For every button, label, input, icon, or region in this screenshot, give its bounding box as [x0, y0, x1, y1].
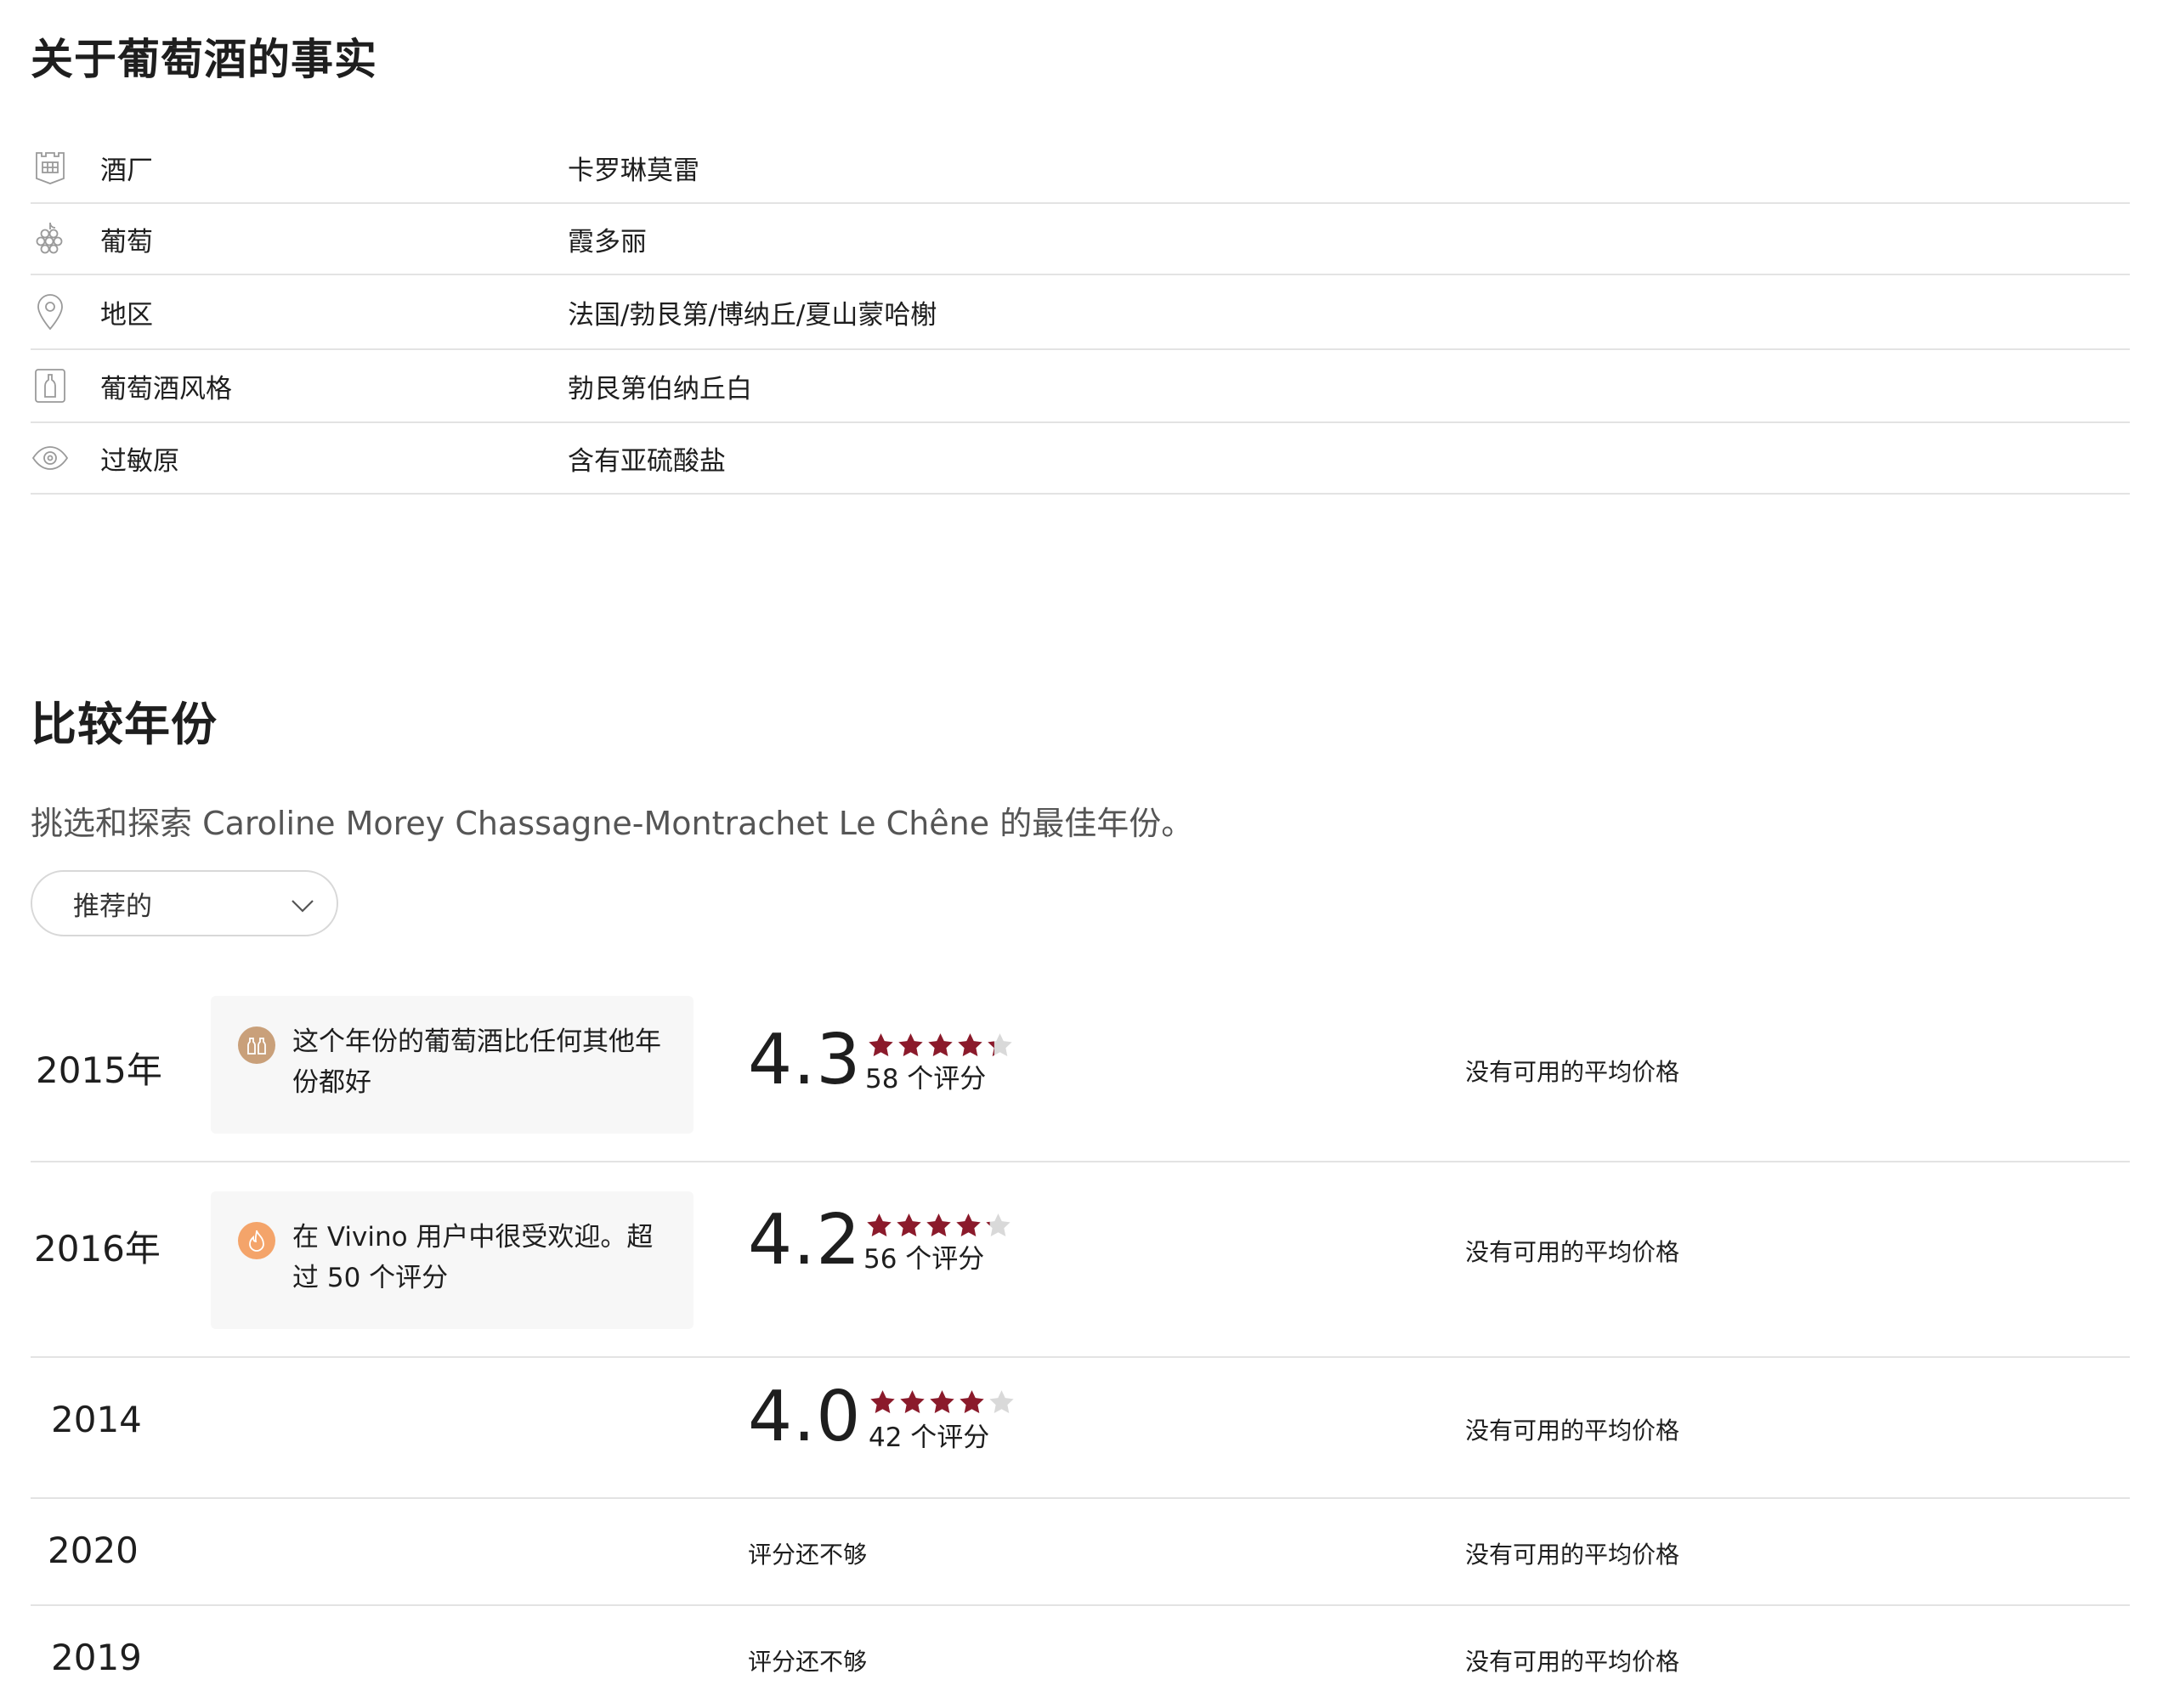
vintage-list: 2015年 这个年份的葡萄酒比任何其他年份都好 4.3 58 个评分 没有可用的… — [31, 986, 2130, 1708]
average-price: 没有可用的平均价格 — [1465, 1648, 1680, 1676]
fact-label: 酒厂 — [100, 155, 153, 186]
star-icon — [956, 1213, 981, 1237]
star-rating — [869, 1388, 1016, 1417]
vintage-row-2020[interactable]: 2020 评分还不够 没有可用的平均价格 — [31, 1499, 2130, 1606]
star-icon — [869, 1033, 893, 1057]
vintage-year[interactable]: 2020 — [48, 1530, 139, 1571]
fact-row-winery[interactable]: 酒厂 卡罗琳莫雷 — [31, 133, 2130, 204]
fact-label: 葡萄 — [100, 226, 153, 257]
fact-value-allergens: 含有亚硫酸盐 — [568, 445, 726, 477]
fact-row-allergens: 过敏原 含有亚硫酸盐 — [31, 423, 2130, 495]
vintages-title: 比较年份 — [31, 698, 218, 751]
vintage-highlight-text: 在 Vivino 用户中很受欢迎。超过 50 个评分 — [292, 1222, 654, 1293]
facts-title: 关于葡萄酒的事实 — [31, 35, 377, 84]
vintage-score: 4.2 — [748, 1200, 862, 1281]
fact-value-winery[interactable]: 卡罗琳莫雷 — [568, 149, 699, 187]
vintage-highlight: 这个年份的葡萄酒比任何其他年份都好 — [211, 996, 694, 1134]
fact-label: 葡萄酒风格 — [100, 373, 232, 404]
sort-dropdown-label: 推荐的 — [73, 891, 152, 922]
location-pin-icon — [31, 292, 70, 331]
flame-badge-icon — [238, 1222, 275, 1259]
vintages-subtitle: 挑选和探索 Caroline Morey Chassagne-Montrache… — [31, 805, 1194, 842]
fact-row-grape[interactable]: 葡萄 霞多丽 — [31, 204, 2130, 275]
facts-table: 酒厂 卡罗琳莫雷 葡萄 霞多丽 地区 法国/勃艮第/博纳丘/夏山蒙哈榭 葡萄酒风… — [31, 133, 2130, 495]
vintage-row-2019[interactable]: 2019 评分还不够 没有可用的平均价格 — [31, 1606, 2130, 1708]
vintage-highlight-text: 这个年份的葡萄酒比任何其他年份都好 — [292, 1026, 661, 1098]
star-icon — [870, 1390, 895, 1414]
vintage-row-2016[interactable]: 2016年 在 Vivino 用户中很受欢迎。超过 50 个评分 4.2 56 … — [31, 1162, 2130, 1358]
fact-row-region[interactable]: 地区 法国/勃艮第/博纳丘/夏山蒙哈榭 — [31, 275, 2130, 350]
star-icon — [898, 1033, 923, 1057]
not-enough-ratings: 评分还不够 — [748, 1648, 868, 1676]
vintage-year[interactable]: 2014 — [51, 1399, 142, 1440]
star-icon — [900, 1390, 925, 1414]
star-icon — [928, 1033, 953, 1057]
bottles-badge-icon — [238, 1026, 275, 1064]
average-price: 没有可用的平均价格 — [1465, 1058, 1680, 1086]
fact-value-grape[interactable]: 霞多丽 — [568, 220, 647, 258]
star-icon — [867, 1213, 892, 1237]
star-icon — [897, 1213, 921, 1237]
wine-bottle-icon — [31, 366, 70, 405]
average-price: 没有可用的平均价格 — [1465, 1238, 1680, 1266]
vintage-row-2014[interactable]: 2014 4.0 42 个评分 没有可用的平均价格 — [31, 1358, 2130, 1499]
vintage-score: 4.0 — [748, 1377, 862, 1457]
average-price: 没有可用的平均价格 — [1465, 1541, 1680, 1569]
vintage-year[interactable]: 2015年 — [36, 1042, 162, 1094]
sort-dropdown[interactable]: 推荐的 — [31, 870, 338, 936]
grape-icon — [31, 219, 70, 258]
vintage-row-2015[interactable]: 2015年 这个年份的葡萄酒比任何其他年份都好 4.3 58 个评分 没有可用的… — [31, 986, 2130, 1162]
chevron-down-icon — [292, 900, 314, 913]
vintage-year[interactable]: 2019 — [51, 1637, 142, 1678]
eye-icon — [31, 438, 70, 478]
rating-count: 42 个评分 — [869, 1422, 990, 1453]
star-icon — [988, 1033, 1012, 1057]
fact-label: 过敏原 — [100, 445, 179, 477]
average-price: 没有可用的平均价格 — [1465, 1417, 1680, 1445]
vintage-year[interactable]: 2016年 — [34, 1220, 161, 1272]
fact-value-region[interactable]: 法国/勃艮第/博纳丘/夏山蒙哈榭 — [568, 293, 937, 331]
star-rating — [865, 1212, 1012, 1240]
fact-row-style[interactable]: 葡萄酒风格 勃艮第伯纳丘白 — [31, 350, 2130, 423]
vintage-score: 4.3 — [748, 1020, 862, 1100]
star-icon — [930, 1390, 954, 1414]
star-icon — [958, 1033, 982, 1057]
star-icon — [989, 1390, 1014, 1414]
winery-castle-icon — [31, 148, 70, 187]
fact-label: 地区 — [100, 299, 153, 331]
rating-count: 56 个评分 — [863, 1244, 985, 1275]
fact-value-style[interactable]: 勃艮第伯纳丘白 — [568, 367, 752, 405]
vintage-highlight: 在 Vivino 用户中很受欢迎。超过 50 个评分 — [211, 1191, 694, 1329]
star-icon — [986, 1213, 1011, 1237]
rating-count: 58 个评分 — [865, 1064, 987, 1094]
star-icon — [926, 1213, 951, 1237]
not-enough-ratings: 评分还不够 — [748, 1541, 868, 1569]
star-rating — [867, 1032, 1014, 1060]
star-icon — [960, 1390, 984, 1414]
